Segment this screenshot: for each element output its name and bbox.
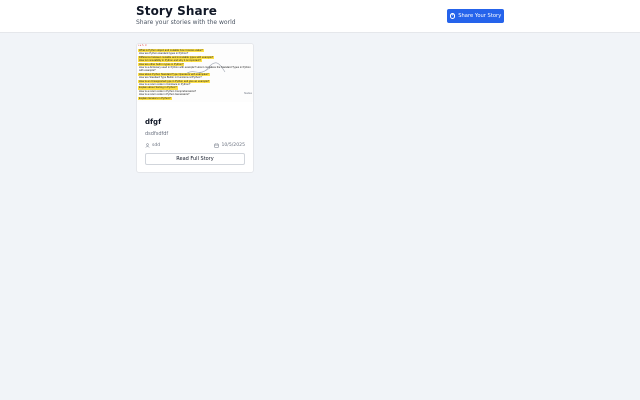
story-card[interactable]: • ≡ ✎ ✕ Studies What is Python object an…	[136, 43, 254, 173]
calendar-icon	[214, 143, 220, 148]
author-name: sdd	[152, 143, 161, 148]
user-icon	[145, 143, 150, 148]
story-date: 10/5/2025	[214, 143, 245, 148]
page-subtitle: Share your stories with the world	[136, 19, 236, 26]
story-title: dfgf	[145, 118, 162, 126]
read-full-story-button[interactable]: Read Full Story	[145, 153, 245, 165]
page-title: Story Share	[136, 4, 217, 18]
thumbnail-side-note: Studies	[244, 92, 252, 95]
thumbnail-header-mark: • ≡ ✎ ✕	[138, 44, 147, 47]
story-excerpt: dsdfsdfdf	[145, 131, 169, 137]
story-author: sdd	[145, 143, 160, 148]
top-header: Story Share Share your stories with the …	[0, 0, 640, 33]
story-thumbnail: • ≡ ✎ ✕ Studies What is Python object an…	[137, 44, 253, 102]
date-text: 10/5/2025	[221, 143, 245, 148]
thumbnail-text-line: Explain Iterators in Python?	[138, 96, 172, 100]
plus-circle-icon: +	[449, 12, 456, 19]
share-your-story-button[interactable]: + Share Your Story	[447, 9, 504, 23]
share-button-label: Share Your Story	[458, 13, 502, 19]
